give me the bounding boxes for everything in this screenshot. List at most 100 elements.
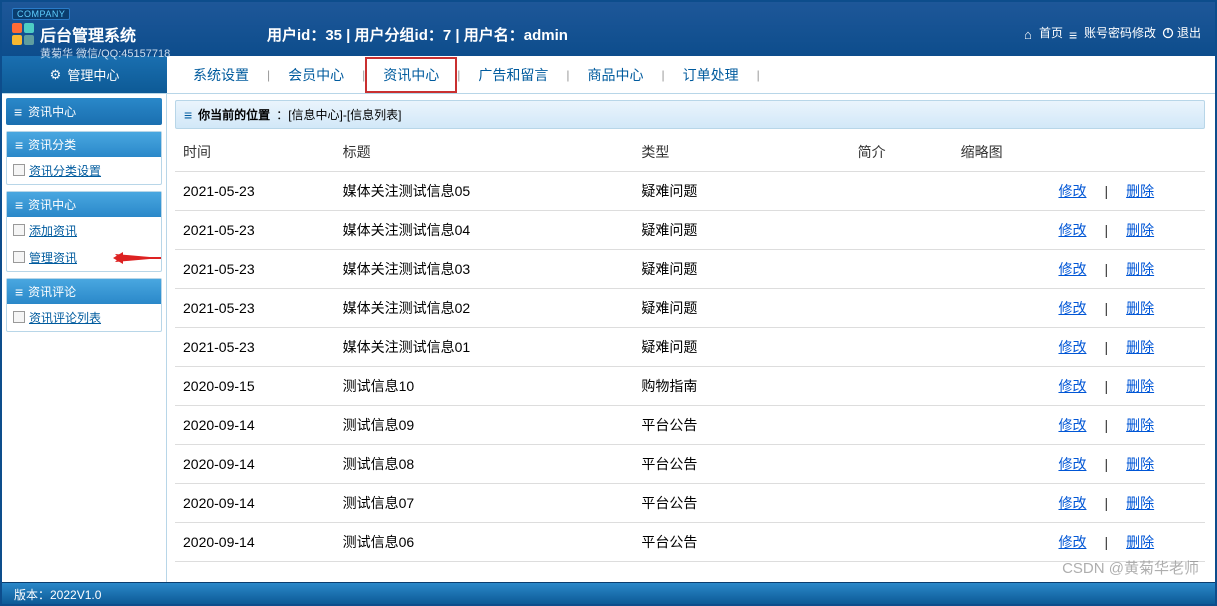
- cell-brief: [850, 289, 953, 328]
- sidebar-item-add-info[interactable]: 添加资讯: [7, 217, 161, 244]
- edit-link[interactable]: 修改: [1058, 261, 1086, 277]
- delete-link[interactable]: 删除: [1126, 417, 1154, 433]
- nav-item-ads[interactable]: 广告和留言: [460, 59, 566, 91]
- list-icon: [15, 197, 23, 213]
- list-icon: [14, 104, 22, 120]
- th-thumb: 缩略图: [953, 133, 1051, 172]
- cell-actions: 修改|删除: [1050, 367, 1205, 406]
- cell-thumb: [953, 172, 1051, 211]
- delete-link[interactable]: 删除: [1126, 495, 1154, 511]
- cell-thumb: [953, 250, 1051, 289]
- table-row: 2020-09-14测试信息08平台公告修改|删除: [175, 445, 1205, 484]
- edit-link[interactable]: 修改: [1058, 495, 1086, 511]
- data-table: 时间 标题 类型 简介 缩略图 2021-05-23媒体关注测试信息05疑难问题…: [175, 133, 1205, 562]
- action-separator: |: [1104, 534, 1108, 550]
- delete-link[interactable]: 删除: [1126, 183, 1154, 199]
- table-header-row: 时间 标题 类型 简介 缩略图: [175, 133, 1205, 172]
- mgmt-center-tab[interactable]: 管理中心: [2, 56, 167, 93]
- edit-link[interactable]: 修改: [1058, 339, 1086, 355]
- logo-icon: [12, 23, 34, 45]
- edit-link[interactable]: 修改: [1058, 534, 1086, 550]
- sidebar-item-category-setting[interactable]: 资讯分类设置: [7, 157, 161, 184]
- cell-type: 疑难问题: [633, 250, 849, 289]
- cell-brief: [850, 211, 953, 250]
- edit-link[interactable]: 修改: [1058, 378, 1086, 394]
- nav-item-orders[interactable]: 订单处理: [665, 59, 757, 91]
- action-separator: |: [1104, 183, 1108, 199]
- delete-link[interactable]: 删除: [1126, 339, 1154, 355]
- edit-link[interactable]: 修改: [1058, 300, 1086, 316]
- edit-link[interactable]: 修改: [1058, 222, 1086, 238]
- table-row: 2020-09-14测试信息06平台公告修改|删除: [175, 523, 1205, 562]
- cell-brief: [850, 367, 953, 406]
- cell-time: 2021-05-23: [175, 289, 335, 328]
- nav-item-goods[interactable]: 商品中心: [570, 59, 662, 91]
- delete-link[interactable]: 删除: [1126, 300, 1154, 316]
- cell-thumb: [953, 328, 1051, 367]
- cell-type: 疑难问题: [633, 211, 849, 250]
- password-link[interactable]: 账号密码修改: [1069, 24, 1156, 41]
- action-separator: |: [1104, 495, 1108, 511]
- cell-type: 购物指南: [633, 367, 849, 406]
- cell-title: 媒体关注测试信息03: [335, 250, 634, 289]
- cell-actions: 修改 | 删除: [1050, 250, 1205, 289]
- cell-actions: 修改 | 删除: [1050, 484, 1205, 523]
- cell-type: 平台公告: [633, 406, 849, 445]
- sidebar-header: 资讯中心: [6, 98, 162, 125]
- version-text: 版本：2022V1.0: [14, 588, 101, 602]
- table-row: 2020-09-14测试信息09平台公告修改|删除: [175, 406, 1205, 445]
- delete-link[interactable]: 删除: [1126, 261, 1154, 277]
- edit-link[interactable]: 修改: [1058, 456, 1086, 472]
- cell-actions: 修改|删除: [1050, 445, 1205, 484]
- sidebar-group-header[interactable]: 资讯中心: [7, 192, 161, 217]
- delete-link[interactable]: 删除: [1126, 378, 1154, 394]
- cell-thumb: [953, 211, 1051, 250]
- cell-actions: 修改|删除: [1050, 328, 1205, 367]
- nav-item-system[interactable]: 系统设置: [175, 59, 267, 91]
- cell-time: 2021-05-23: [175, 172, 335, 211]
- sidebar-group-header[interactable]: 资讯评论: [7, 279, 161, 304]
- cell-type: 平台公告: [633, 484, 849, 523]
- sidebar-group-category: 资讯分类 资讯分类设置: [6, 131, 162, 185]
- breadcrumb: 你当前的位置 ：[信息中心]-[信息列表]: [175, 100, 1205, 129]
- edit-link[interactable]: 修改: [1058, 417, 1086, 433]
- edit-link[interactable]: 修改: [1058, 183, 1086, 199]
- cell-brief: [850, 445, 953, 484]
- power-icon: [1162, 27, 1174, 39]
- cell-brief: [850, 172, 953, 211]
- cell-time: 2021-05-23: [175, 250, 335, 289]
- action-separator: |: [1104, 261, 1108, 277]
- cell-time: 2020-09-14: [175, 445, 335, 484]
- header: COMPANY 后台管理系统 黄菊华 微信/QQ:45157718 用户id：3…: [2, 2, 1215, 56]
- sidebar-group-comment: 资讯评论 资讯评论列表: [6, 278, 162, 332]
- sidebar-item-manage-info[interactable]: 管理资讯: [7, 244, 161, 271]
- delete-link[interactable]: 删除: [1126, 534, 1154, 550]
- cell-time: 2020-09-14: [175, 484, 335, 523]
- cell-actions: 修改 | 删除: [1050, 523, 1205, 562]
- cell-type: 疑难问题: [633, 328, 849, 367]
- cell-actions: 修改|删除: [1050, 289, 1205, 328]
- cell-thumb: [953, 484, 1051, 523]
- delete-link[interactable]: 删除: [1126, 222, 1154, 238]
- cell-title: 测试信息08: [335, 445, 634, 484]
- table-row: 2020-09-14测试信息07平台公告修改|删除: [175, 484, 1205, 523]
- cell-thumb: [953, 367, 1051, 406]
- delete-link[interactable]: 删除: [1126, 456, 1154, 472]
- nav-item-info[interactable]: 资讯中心: [365, 57, 457, 93]
- cell-type: 疑难问题: [633, 172, 849, 211]
- cell-title: 媒体关注测试信息02: [335, 289, 634, 328]
- sidebar-group-header[interactable]: 资讯分类: [7, 132, 161, 157]
- th-type: 类型: [633, 133, 849, 172]
- logout-link[interactable]: 退出: [1162, 24, 1201, 41]
- home-icon: [1024, 27, 1036, 39]
- arrow-icon: [105, 250, 163, 266]
- home-link[interactable]: 首页: [1024, 24, 1063, 41]
- sidebar-item-comment-list[interactable]: 资讯评论列表: [7, 304, 161, 331]
- th-actions: [1050, 133, 1205, 172]
- nav-items: 系统设置| 会员中心| 资讯中心| 广告和留言| 商品中心| 订单处理|: [167, 56, 768, 93]
- table-row: 2021-05-23媒体关注测试信息05疑难问题修改|删除: [175, 172, 1205, 211]
- nav-item-member[interactable]: 会员中心: [270, 59, 362, 91]
- cell-time: 2020-09-14: [175, 406, 335, 445]
- list-icon: [1069, 27, 1081, 39]
- table-row: 2021-05-23媒体关注测试信息02疑难问题修改|删除: [175, 289, 1205, 328]
